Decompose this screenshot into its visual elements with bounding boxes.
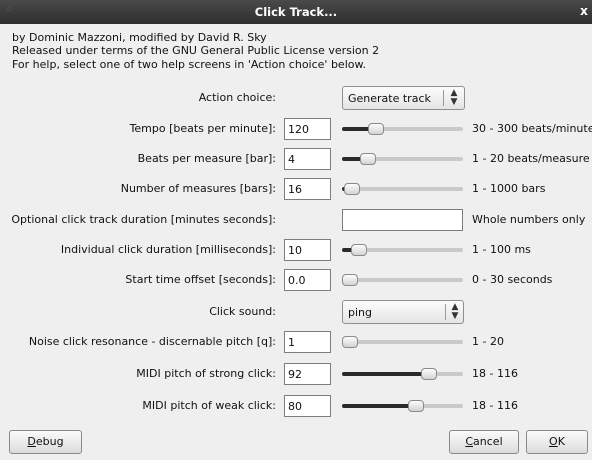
strong-pitch-slider[interactable]: [342, 367, 463, 381]
offset-input[interactable]: [284, 269, 331, 291]
offset-slider[interactable]: [342, 273, 463, 287]
measures-input[interactable]: [284, 178, 331, 200]
duration-hint: Whole numbers only: [472, 213, 586, 226]
weak-pitch-input[interactable]: [284, 395, 331, 417]
slider-thumb[interactable]: [342, 336, 358, 348]
resonance-slider[interactable]: [342, 335, 463, 349]
updown-arrows-icon: ▲ ▼: [451, 302, 459, 321]
beats-input[interactable]: [284, 148, 331, 170]
slider-thumb[interactable]: [342, 274, 358, 286]
action-choice-row: Action choice: Generate track ▲ ▼: [0, 86, 592, 110]
offset-range: 0 - 30 seconds: [472, 273, 553, 286]
measures-row: Number of measures [bars]: 1 - 1000 bars: [0, 177, 592, 201]
weak-pitch-row: MIDI pitch of weak click: 18 - 116: [0, 394, 592, 418]
slider-thumb[interactable]: [421, 368, 438, 380]
tempo-range: 30 - 300 beats/minute: [472, 122, 592, 135]
combo-separator: [445, 304, 446, 320]
action-choice-value: Generate track: [348, 92, 431, 105]
slider-thumb[interactable]: [408, 400, 425, 412]
duration-input[interactable]: [342, 209, 463, 231]
measures-range: 1 - 1000 bars: [472, 182, 546, 195]
tempo-input[interactable]: [284, 118, 331, 140]
strong-pitch-label: MIDI pitch of strong click:: [136, 367, 276, 380]
click-duration-label: Individual click duration [milliseconds]…: [60, 243, 276, 256]
debug-mnemonic: D: [27, 435, 36, 448]
slider-track: [342, 340, 463, 344]
debug-label-rest: ebug: [35, 435, 64, 448]
info-line-help: For help, select one of two help screens…: [12, 58, 366, 71]
beats-label: Beats per measure [bar]:: [137, 152, 276, 165]
click-duration-slider[interactable]: [342, 243, 463, 257]
beats-range: 1 - 20 beats/measure: [472, 152, 590, 165]
combo-separator: [443, 90, 444, 106]
slider-thumb[interactable]: [368, 123, 385, 135]
duration-label: Optional click track duration [minutes s…: [11, 213, 276, 226]
slider-thumb[interactable]: [344, 183, 361, 195]
offset-label: Start time offset [seconds]:: [125, 273, 276, 286]
ok-button[interactable]: OK: [526, 430, 588, 454]
ok-label-rest: K: [557, 435, 565, 448]
click-sound-row: Click sound: ping ▲ ▼: [0, 300, 592, 324]
click-sound-value: ping: [348, 306, 372, 319]
info-line-license: Released under terms of the GNU General …: [12, 44, 380, 57]
weak-pitch-range: 18 - 116: [472, 399, 518, 412]
measures-label: Number of measures [bars]:: [120, 182, 276, 195]
ok-mnemonic: O: [549, 435, 558, 448]
slider-track: [342, 187, 463, 191]
click-duration-row: Individual click duration [milliseconds]…: [0, 238, 592, 262]
close-icon[interactable]: x: [578, 4, 590, 18]
slider-track: [342, 278, 463, 282]
click-duration-range: 1 - 100 ms: [472, 243, 531, 256]
click-duration-input[interactable]: [284, 239, 331, 261]
beats-slider[interactable]: [342, 152, 463, 166]
duration-row: Optional click track duration [minutes s…: [0, 208, 592, 232]
measures-slider[interactable]: [342, 182, 463, 196]
tempo-label: Tempo [beats per minute]:: [129, 122, 276, 135]
strong-pitch-input[interactable]: [284, 363, 331, 385]
resonance-row: Noise click resonance - discernable pitc…: [0, 330, 592, 354]
info-line-author: by Dominic Mazzoni, modified by David R.…: [12, 31, 267, 44]
click-sound-label: Click sound:: [209, 305, 276, 318]
tempo-slider[interactable]: [342, 122, 463, 136]
debug-button[interactable]: Debug: [9, 430, 82, 454]
offset-row: Start time offset [seconds]: 0 - 30 seco…: [0, 268, 592, 292]
action-choice-select[interactable]: Generate track ▲ ▼: [342, 86, 465, 110]
tempo-row: Tempo [beats per minute]: 30 - 300 beats…: [0, 117, 592, 141]
title-bar: ◦ Click Track... x: [0, 0, 592, 24]
cancel-button[interactable]: Cancel: [449, 430, 519, 454]
click-sound-select[interactable]: ping ▲ ▼: [342, 300, 464, 324]
slider-fill: [342, 372, 430, 376]
beats-row: Beats per measure [bar]: 1 - 20 beats/me…: [0, 147, 592, 171]
resonance-input[interactable]: [284, 331, 331, 353]
updown-arrows-icon: ▲ ▼: [450, 88, 458, 107]
weak-pitch-slider[interactable]: [342, 399, 463, 413]
strong-pitch-range: 18 - 116: [472, 367, 518, 380]
slider-thumb[interactable]: [351, 244, 368, 256]
slider-fill: [342, 404, 417, 408]
resonance-range: 1 - 20: [472, 335, 504, 348]
slider-thumb[interactable]: [359, 153, 376, 165]
action-choice-label: Action choice:: [198, 91, 276, 104]
resonance-label: Noise click resonance - discernable pitc…: [28, 335, 276, 348]
window-title: Click Track...: [254, 5, 338, 19]
cancel-mnemonic: C: [465, 435, 474, 448]
cancel-label-rest: ancel: [473, 435, 503, 448]
strong-pitch-row: MIDI pitch of strong click: 18 - 116: [0, 362, 592, 386]
weak-pitch-label: MIDI pitch of weak click:: [142, 399, 276, 412]
